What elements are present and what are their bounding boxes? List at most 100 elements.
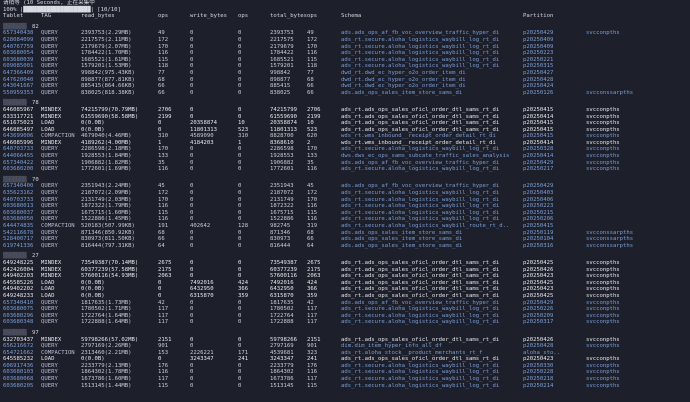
cell-total-bytes: 3243347 (270, 356, 294, 363)
cell-tablet: 656216672 (3, 343, 34, 350)
cell-write-bytes: 0 (190, 50, 194, 57)
cell-read-bytes: 2797169(2.26MB) (81, 343, 132, 350)
cell-write-ops: 0 (238, 203, 242, 210)
cell-tablet: 646085497 (3, 126, 34, 133)
table-row: 645585226 LOAD 0(0.0B) 0 7492016 424 7492016 42… (0, 280, 690, 287)
cell-partition: p20250316 (523, 242, 554, 249)
cell-total-ops: 2675 (307, 259, 321, 266)
cell-read-ops: 49 (158, 30, 165, 37)
cell-total-bytes: 59798266 (270, 336, 297, 343)
cell-total-ops: 45 (307, 183, 314, 190)
cell-read-ops: 115 (158, 56, 169, 63)
cell-write-ops: 0 (238, 43, 242, 50)
cell-write-bytes: 0 (190, 56, 194, 63)
cell-total-bytes: 8368610 (270, 139, 294, 146)
table-row: 647366409 QUERY 998842(975.43KB) 77 0 0 998842… (0, 70, 690, 77)
cell-schema: ads_rt.secure.aloha_logistics_waybill_lo… (341, 43, 500, 50)
cell-total-ops: 116 (307, 369, 318, 376)
cell-partition: p20250415 (523, 106, 554, 113)
cell-tag: QUERY (41, 216, 58, 223)
cell-schema: ads_rt.ads_ops_sales_oficl_order_dtl_sam… (341, 106, 500, 113)
cell-partition: p20250218 (523, 376, 554, 383)
cell-write-ops: 310 (238, 133, 249, 140)
cell-tablet: 609085001 (3, 63, 34, 70)
cell-tablet: 603680068 (3, 376, 34, 383)
cell-total-ops: 66 (307, 83, 314, 90)
cell-partition: p20250429 (523, 159, 554, 166)
cell-write-ops: 0 (238, 146, 242, 153)
cell-tag: MINDEX (41, 266, 62, 273)
cell-write-ops: 0 (238, 299, 242, 306)
cell-read-ops: 176 (158, 362, 169, 369)
cell-tablet: 649248233 (3, 292, 34, 299)
cell-partition: p20250209 (523, 312, 554, 319)
cell-total-bytes: 871346 (270, 229, 291, 236)
cell-tablet: 640703733 (3, 196, 34, 203)
redacted-host-mask: ▒▒▒▒▒▒▒ (3, 329, 27, 336)
table-row: 644066455 QUERY 1928553(1.84MB) 133 0 0 192855… (0, 153, 690, 160)
cell-tag: QUERY (41, 369, 58, 376)
cell-total-ops: 66 (307, 89, 314, 96)
table-row: 603680039 QUERY 1685521(1.61MB) 115 0 0 168552… (0, 57, 690, 64)
cell-partition: p20250215 (523, 209, 554, 216)
cell-read-bytes: 816444(797.31KB) (81, 242, 135, 249)
section-header: ▒▒▒▒▒▒▒ 97 (0, 330, 690, 337)
cell-total-bytes: 838025 (270, 89, 291, 96)
cell-total-bytes: 1784422 (270, 50, 294, 57)
table-row: 632703437 MINDEX 59798266(57.02MB) 2151 0 0 59… (0, 337, 690, 344)
cell-total-bytes: 2393753 (270, 30, 294, 37)
cell-partition: p20250317 (523, 319, 554, 326)
cell-partition: p20250414 (523, 139, 554, 146)
cell-read-ops: 68 (158, 76, 165, 83)
cell-schema: ads_rt.secure.aloha_logistics_waybill_lo… (341, 50, 500, 57)
cell-read-bytes: 61559690(58.58MB) (81, 113, 139, 120)
cell-total-ops: 620 (307, 133, 318, 140)
cell-write-ops: 0 (238, 56, 242, 63)
cell-owner: svcconpths (586, 113, 620, 120)
cell-read-ops: 35 (158, 159, 165, 166)
cell-partition: p20250428 (523, 76, 554, 83)
cell-write-ops: 0 (238, 273, 242, 280)
cell-tag: LOAD (41, 292, 55, 299)
cell-read-ops: 66 (158, 236, 165, 243)
cell-read-bytes: 0(0.0B) (81, 120, 105, 127)
cell-total-bytes: 1780502 (270, 306, 294, 313)
cell-write-bytes: 0 (190, 113, 194, 120)
cell-read-ops: 2675 (158, 259, 172, 266)
table-row: 603680200 QUERY 1772601(1.69MB) 116 0 0 177260… (0, 166, 690, 173)
cell-read-ops: 0 (158, 126, 162, 133)
cell-write-bytes: 0 (190, 43, 194, 50)
cell-tablet: 643699006 (3, 133, 34, 140)
cell-schema: dwd_rt.dwd_ec_hyper_o2o_order_item_di (341, 76, 466, 83)
cell-total-ops: 115 (307, 382, 318, 389)
cell-schema: ads_rt.secure.aloha_logistics_waybill_lo… (341, 319, 500, 326)
cell-partition: p20250424 (523, 83, 554, 90)
cell-total-ops: 359 (307, 292, 318, 299)
cell-write-bytes: 0 (190, 362, 194, 369)
cell-total-ops: 117 (307, 306, 318, 313)
cell-total-ops: 2 (307, 139, 311, 146)
cell-total-ops: 35 (307, 159, 314, 166)
cell-total-bytes: 885415 (270, 83, 291, 90)
cell-total-ops: 115 (307, 209, 318, 216)
table-row: 657340438 QUERY 2393753(2.29MB) 49 0 0 2393753… (0, 30, 690, 37)
terminal-window: 请稍等 (10 Seconds, 正在采集中 100% |███████████… (0, 0, 690, 389)
table-row: 640703733 QUERY 2286598(2.18MB) 170 0 0 228659… (0, 146, 690, 153)
cell-read-bytes: 2313460(2.21MB) (81, 349, 132, 356)
cell-total-ops: 170 (307, 196, 318, 203)
cell-write-ops: 0 (238, 259, 242, 266)
cell-write-bytes: 0 (190, 306, 194, 313)
cell-partition: p20250330 (523, 362, 554, 369)
cell-owner: svcconpths (586, 266, 620, 273)
cell-total-ops: 133 (307, 153, 318, 160)
cell-write-bytes: 0 (190, 259, 194, 266)
cell-read-bytes: 1722764(1.64MB) (81, 312, 132, 319)
cell-read-ops: 2175 (158, 266, 172, 273)
cell-write-bytes: 0 (190, 183, 194, 190)
cell-total-ops: 118 (307, 63, 318, 70)
cell-tablet: 603680296 (3, 312, 34, 319)
cell-write-bytes: 0 (190, 312, 194, 319)
section-header: ▒▒▒▒▒▒▒ 78 (0, 100, 690, 107)
redacted-host-mask: ▒▒▒▒▒▒▒ (3, 23, 27, 30)
cell-read-ops: 133 (158, 153, 169, 160)
